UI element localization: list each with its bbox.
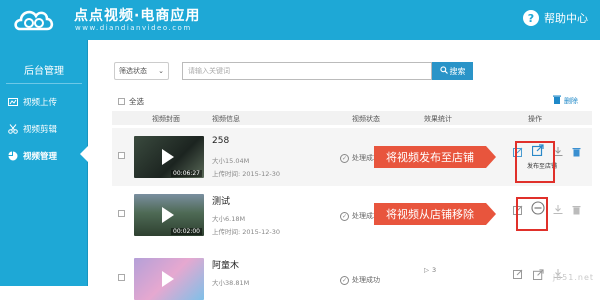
cloud-logo-icon	[12, 3, 72, 37]
table-row: 阿童木 大小38.81M ✓ 处理成功 ▷ 3	[112, 250, 592, 308]
publish-to-store-icon[interactable]	[532, 268, 544, 280]
sidebar-item-label: 视频上传	[23, 96, 57, 108]
pie-chart-icon	[8, 151, 18, 161]
row-checkbox[interactable]	[118, 210, 125, 217]
active-indicator	[80, 146, 88, 162]
search-icon	[440, 66, 448, 76]
col-cover: 视频封面	[152, 114, 180, 124]
check-circle-icon: ✓	[340, 154, 349, 163]
trash-icon[interactable]	[570, 204, 582, 216]
select-all-label: 全选	[129, 96, 144, 107]
play-count-icon: ▷	[424, 266, 429, 274]
search-button[interactable]: 搜索	[432, 62, 473, 80]
status-label: 处理成功	[352, 275, 380, 285]
play-icon	[162, 271, 174, 287]
sidebar-item-label: 视频剪辑	[23, 123, 57, 135]
video-title: 258	[212, 136, 229, 146]
question-icon: ?	[523, 10, 539, 26]
edit-icon[interactable]	[512, 268, 524, 280]
remove-annotation: 将视频从店铺移除	[374, 203, 486, 225]
video-size: 大小15.04M	[212, 155, 249, 165]
video-title: 阿童木	[212, 258, 239, 271]
table-header: 视频封面 视频信息 视频状态 效果统计 操作	[112, 111, 592, 125]
chevron-down-icon: ⌄	[158, 67, 164, 75]
video-thumbnail[interactable]: 00:06:27	[134, 136, 204, 178]
video-thumbnail[interactable]	[134, 258, 204, 300]
video-duration: 00:02:00	[171, 228, 202, 235]
trash-icon[interactable]	[570, 146, 582, 158]
view-count-value: 3	[432, 266, 436, 274]
row-checkbox[interactable]	[118, 152, 125, 159]
sidebar: 后台管理 视频上传 视频剪辑 视频管理	[0, 40, 88, 286]
view-count: ▷ 3	[424, 266, 436, 274]
col-info: 视频信息	[212, 114, 240, 124]
download-icon[interactable]	[552, 204, 564, 216]
row-checkbox[interactable]	[118, 274, 125, 281]
remove-highlight-box	[516, 197, 548, 231]
trash-icon	[553, 95, 561, 106]
video-thumbnail[interactable]: 00:02:00	[134, 194, 204, 236]
video-size: 大小6.18M	[212, 213, 245, 223]
video-title: 测试	[212, 194, 230, 207]
video-status: ✓ 处理成功	[340, 275, 380, 285]
scissors-icon	[8, 124, 18, 134]
check-circle-icon: ✓	[340, 212, 349, 221]
sidebar-item-upload[interactable]: 视频上传	[0, 92, 88, 112]
filter-value: 筛选状态	[119, 66, 147, 76]
sidebar-item-edit[interactable]: 视频剪辑	[0, 119, 88, 139]
brand-name: 点点视频·电商应用	[74, 5, 200, 25]
select-all[interactable]: 全选	[118, 96, 144, 107]
delete-selected-button[interactable]: 删除	[553, 95, 578, 106]
publish-annotation: 将视频发布至店铺	[374, 146, 486, 168]
help-center-label: 帮助中心	[544, 10, 588, 26]
brand-url: www.diandianvideo.com	[75, 24, 192, 32]
watermark: jb51.net	[553, 273, 594, 282]
sidebar-title: 后台管理	[0, 62, 88, 77]
search-input[interactable]: 请输入关键词	[182, 62, 432, 80]
col-status: 视频状态	[352, 114, 380, 124]
main-panel: 筛选状态 ⌄ 请输入关键词 搜索 全选 删除 视频封面 视频信息 视频状态 效果…	[90, 40, 600, 286]
status-filter-select[interactable]: 筛选状态 ⌄	[114, 62, 169, 80]
upload-time: 上传时间: 2015-12-30	[212, 226, 280, 236]
sidebar-divider	[6, 83, 82, 84]
publish-highlight-box	[515, 141, 555, 183]
upload-time: 上传时间: 2015-12-30	[212, 168, 280, 178]
video-duration: 00:06:27	[171, 170, 202, 177]
top-bar: 点点视频·电商应用 www.diandianvideo.com ? 帮助中心	[0, 0, 600, 40]
select-all-checkbox[interactable]	[118, 98, 125, 105]
search-button-label: 搜索	[450, 66, 466, 77]
play-icon	[162, 207, 174, 223]
delete-label: 删除	[564, 96, 578, 106]
check-circle-icon: ✓	[340, 276, 349, 285]
upload-icon	[8, 97, 18, 107]
sidebar-item-manage[interactable]: 视频管理	[0, 146, 88, 166]
col-stats: 效果统计	[424, 114, 452, 124]
play-icon	[162, 149, 174, 165]
help-center-link[interactable]: ? 帮助中心	[523, 10, 588, 26]
sidebar-item-label: 视频管理	[23, 150, 57, 162]
col-actions: 操作	[528, 114, 542, 124]
